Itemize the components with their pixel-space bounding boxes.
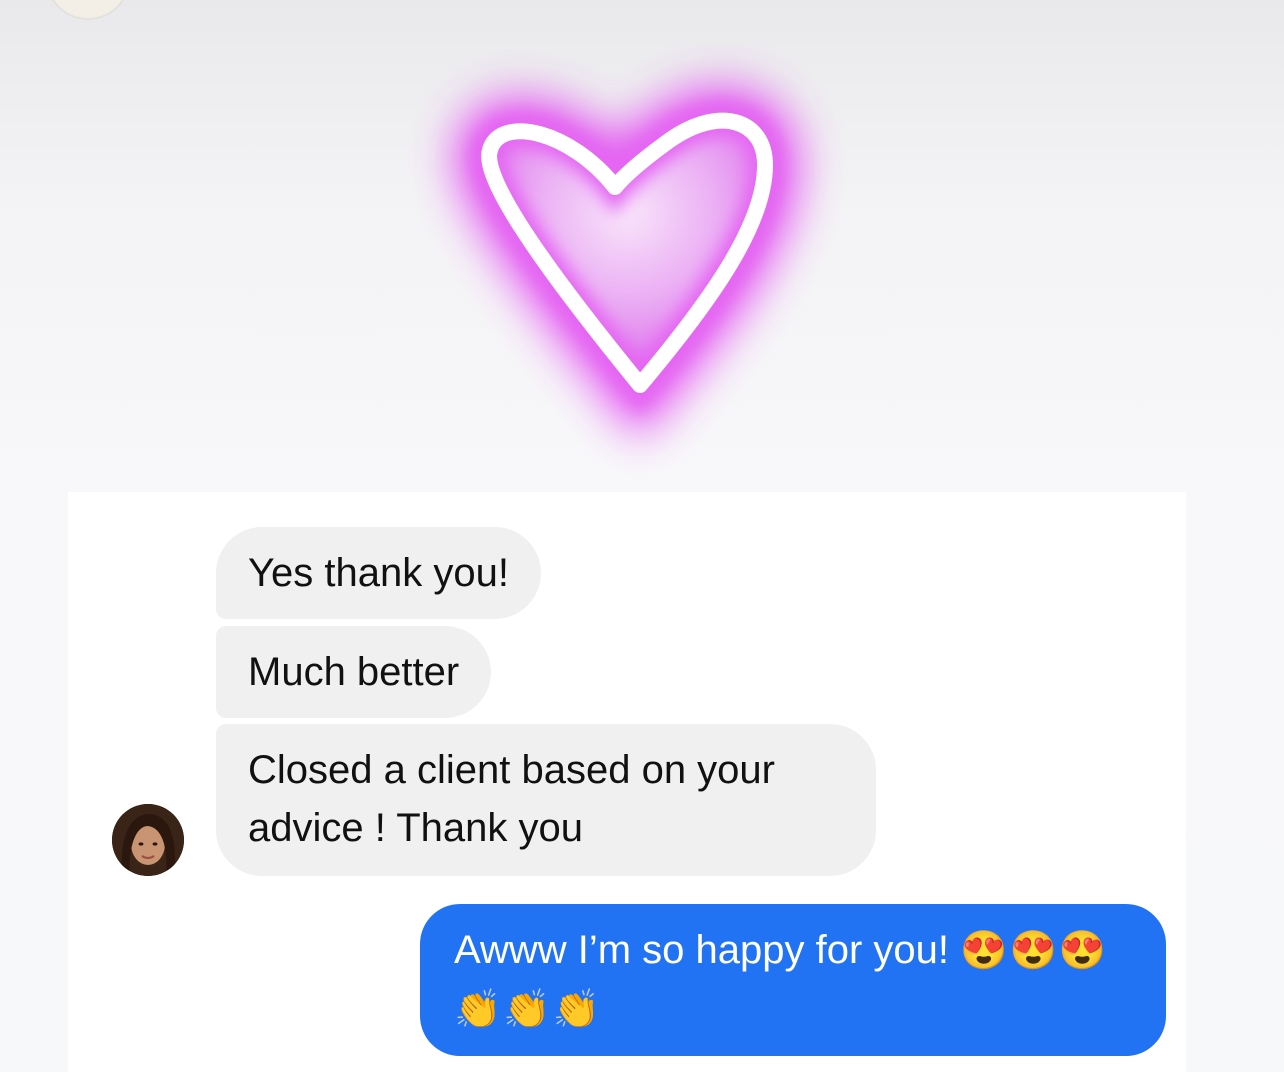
message-text: Much better <box>248 650 460 694</box>
message-bubble-outgoing[interactable]: Awww I’m so happy for you! 😍😍😍👏👏👏 <box>420 904 1166 1056</box>
message-bubble-incoming[interactable]: Yes thank you! <box>216 527 541 619</box>
message-text: Closed a client based on your advice ! T… <box>248 748 775 850</box>
message-text: Yes thank you! <box>248 551 509 595</box>
message-text: Awww I’m so happy for you! <box>454 928 950 972</box>
avatar[interactable] <box>112 804 184 876</box>
neon-heart-icon <box>420 60 860 450</box>
top-avatar-partial <box>48 0 128 20</box>
message-bubble-incoming[interactable]: Closed a client based on your advice ! T… <box>216 724 876 876</box>
chat-thread: Yes thank you! Much better Closed a clie… <box>68 492 1186 1072</box>
message-bubble-incoming[interactable]: Much better <box>216 626 492 718</box>
